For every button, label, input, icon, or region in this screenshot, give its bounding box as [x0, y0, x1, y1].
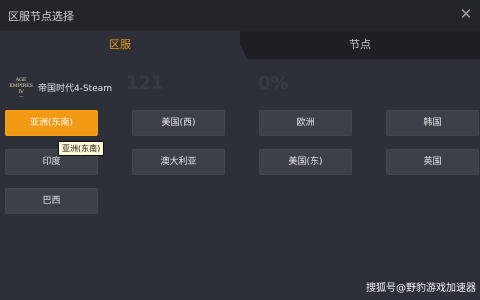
background-percent: 0% [258, 73, 289, 94]
watermark-text: 搜狐号@野豹游戏加速器 [366, 283, 476, 294]
server-button-us-west[interactable]: 美国(西) [132, 110, 225, 136]
tooltip: 亚洲(东南) [58, 141, 105, 156]
server-button-australia[interactable]: 澳大利亚 [132, 149, 225, 175]
server-button-uk[interactable]: 英国 [386, 149, 479, 175]
tab-server[interactable]: 区服 [0, 31, 240, 59]
logo-divider: — [18, 94, 24, 100]
server-select-window: 区服节点选择 ✕ 节点 区服 AGE EMPIRES IV — 帝国时代4-St… [0, 0, 480, 300]
game-title: 帝国时代4-Steam [38, 84, 113, 94]
server-button-europe[interactable]: 欧洲 [259, 110, 352, 136]
server-button-brazil[interactable]: 巴西 [5, 188, 98, 214]
server-button-asia-southeast[interactable]: 亚洲(东南) [5, 110, 98, 136]
background-counter: 121 [126, 73, 164, 94]
close-icon[interactable]: ✕ [458, 6, 474, 22]
tab-node[interactable]: 节点 [240, 31, 480, 59]
game-logo: AGE EMPIRES IV — [8, 77, 34, 101]
server-button-us-east[interactable]: 美国(东) [259, 149, 352, 175]
server-button-korea[interactable]: 韩国 [386, 110, 479, 136]
tab-bar: 节点 区服 [0, 31, 480, 59]
window-title: 区服节点选择 [8, 10, 74, 23]
server-panel: AGE EMPIRES IV — 帝国时代4-Steam 121 0% 亚洲(东… [0, 59, 480, 300]
title-bar: 区服节点选择 ✕ [0, 0, 480, 30]
